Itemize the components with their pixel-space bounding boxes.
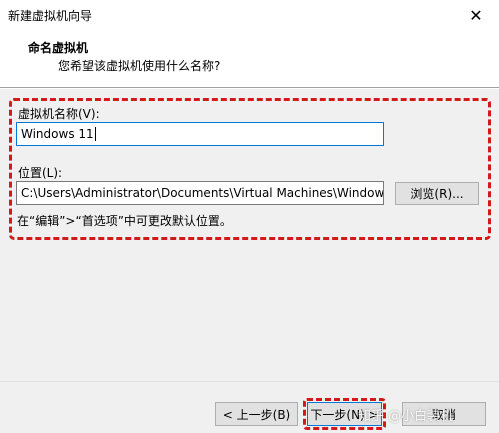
wizard-header: 命名虚拟机 您希望该虚拟机使用什么名称? [0,30,499,88]
vm-name-value: Windows 11 [21,127,94,141]
location-label: 位置(L): [18,166,63,180]
wizard-body: 虚拟机名称(V): Windows 11 位置(L): C:\Users\Adm… [0,89,499,433]
footer-divider [0,381,499,382]
window-title: 新建虚拟机向导 [8,9,93,23]
close-icon[interactable]: ✕ [453,0,499,30]
location-hint: 在“编辑”>“首选项”中可更改默认位置。 [17,214,232,228]
back-button[interactable]: < 上一步(B) [215,402,298,426]
next-highlight-frame [303,398,386,430]
browse-button[interactable]: 浏览(R)... [395,182,479,205]
title-bar: 新建虚拟机向导 ✕ [0,0,499,30]
vm-name-input[interactable]: Windows 11 [16,122,384,146]
cancel-button[interactable]: 取消 [402,402,486,426]
page-title: 命名虚拟机 [28,41,89,55]
page-subtitle: 您希望该虚拟机使用什么名称? [58,59,221,73]
location-value: C:\Users\Administrator\Documents\Virtual… [21,186,384,200]
text-caret [94,127,96,141]
location-input[interactable]: C:\Users\Administrator\Documents\Virtual… [16,181,384,205]
vm-name-label: 虚拟机名称(V): [18,107,100,121]
